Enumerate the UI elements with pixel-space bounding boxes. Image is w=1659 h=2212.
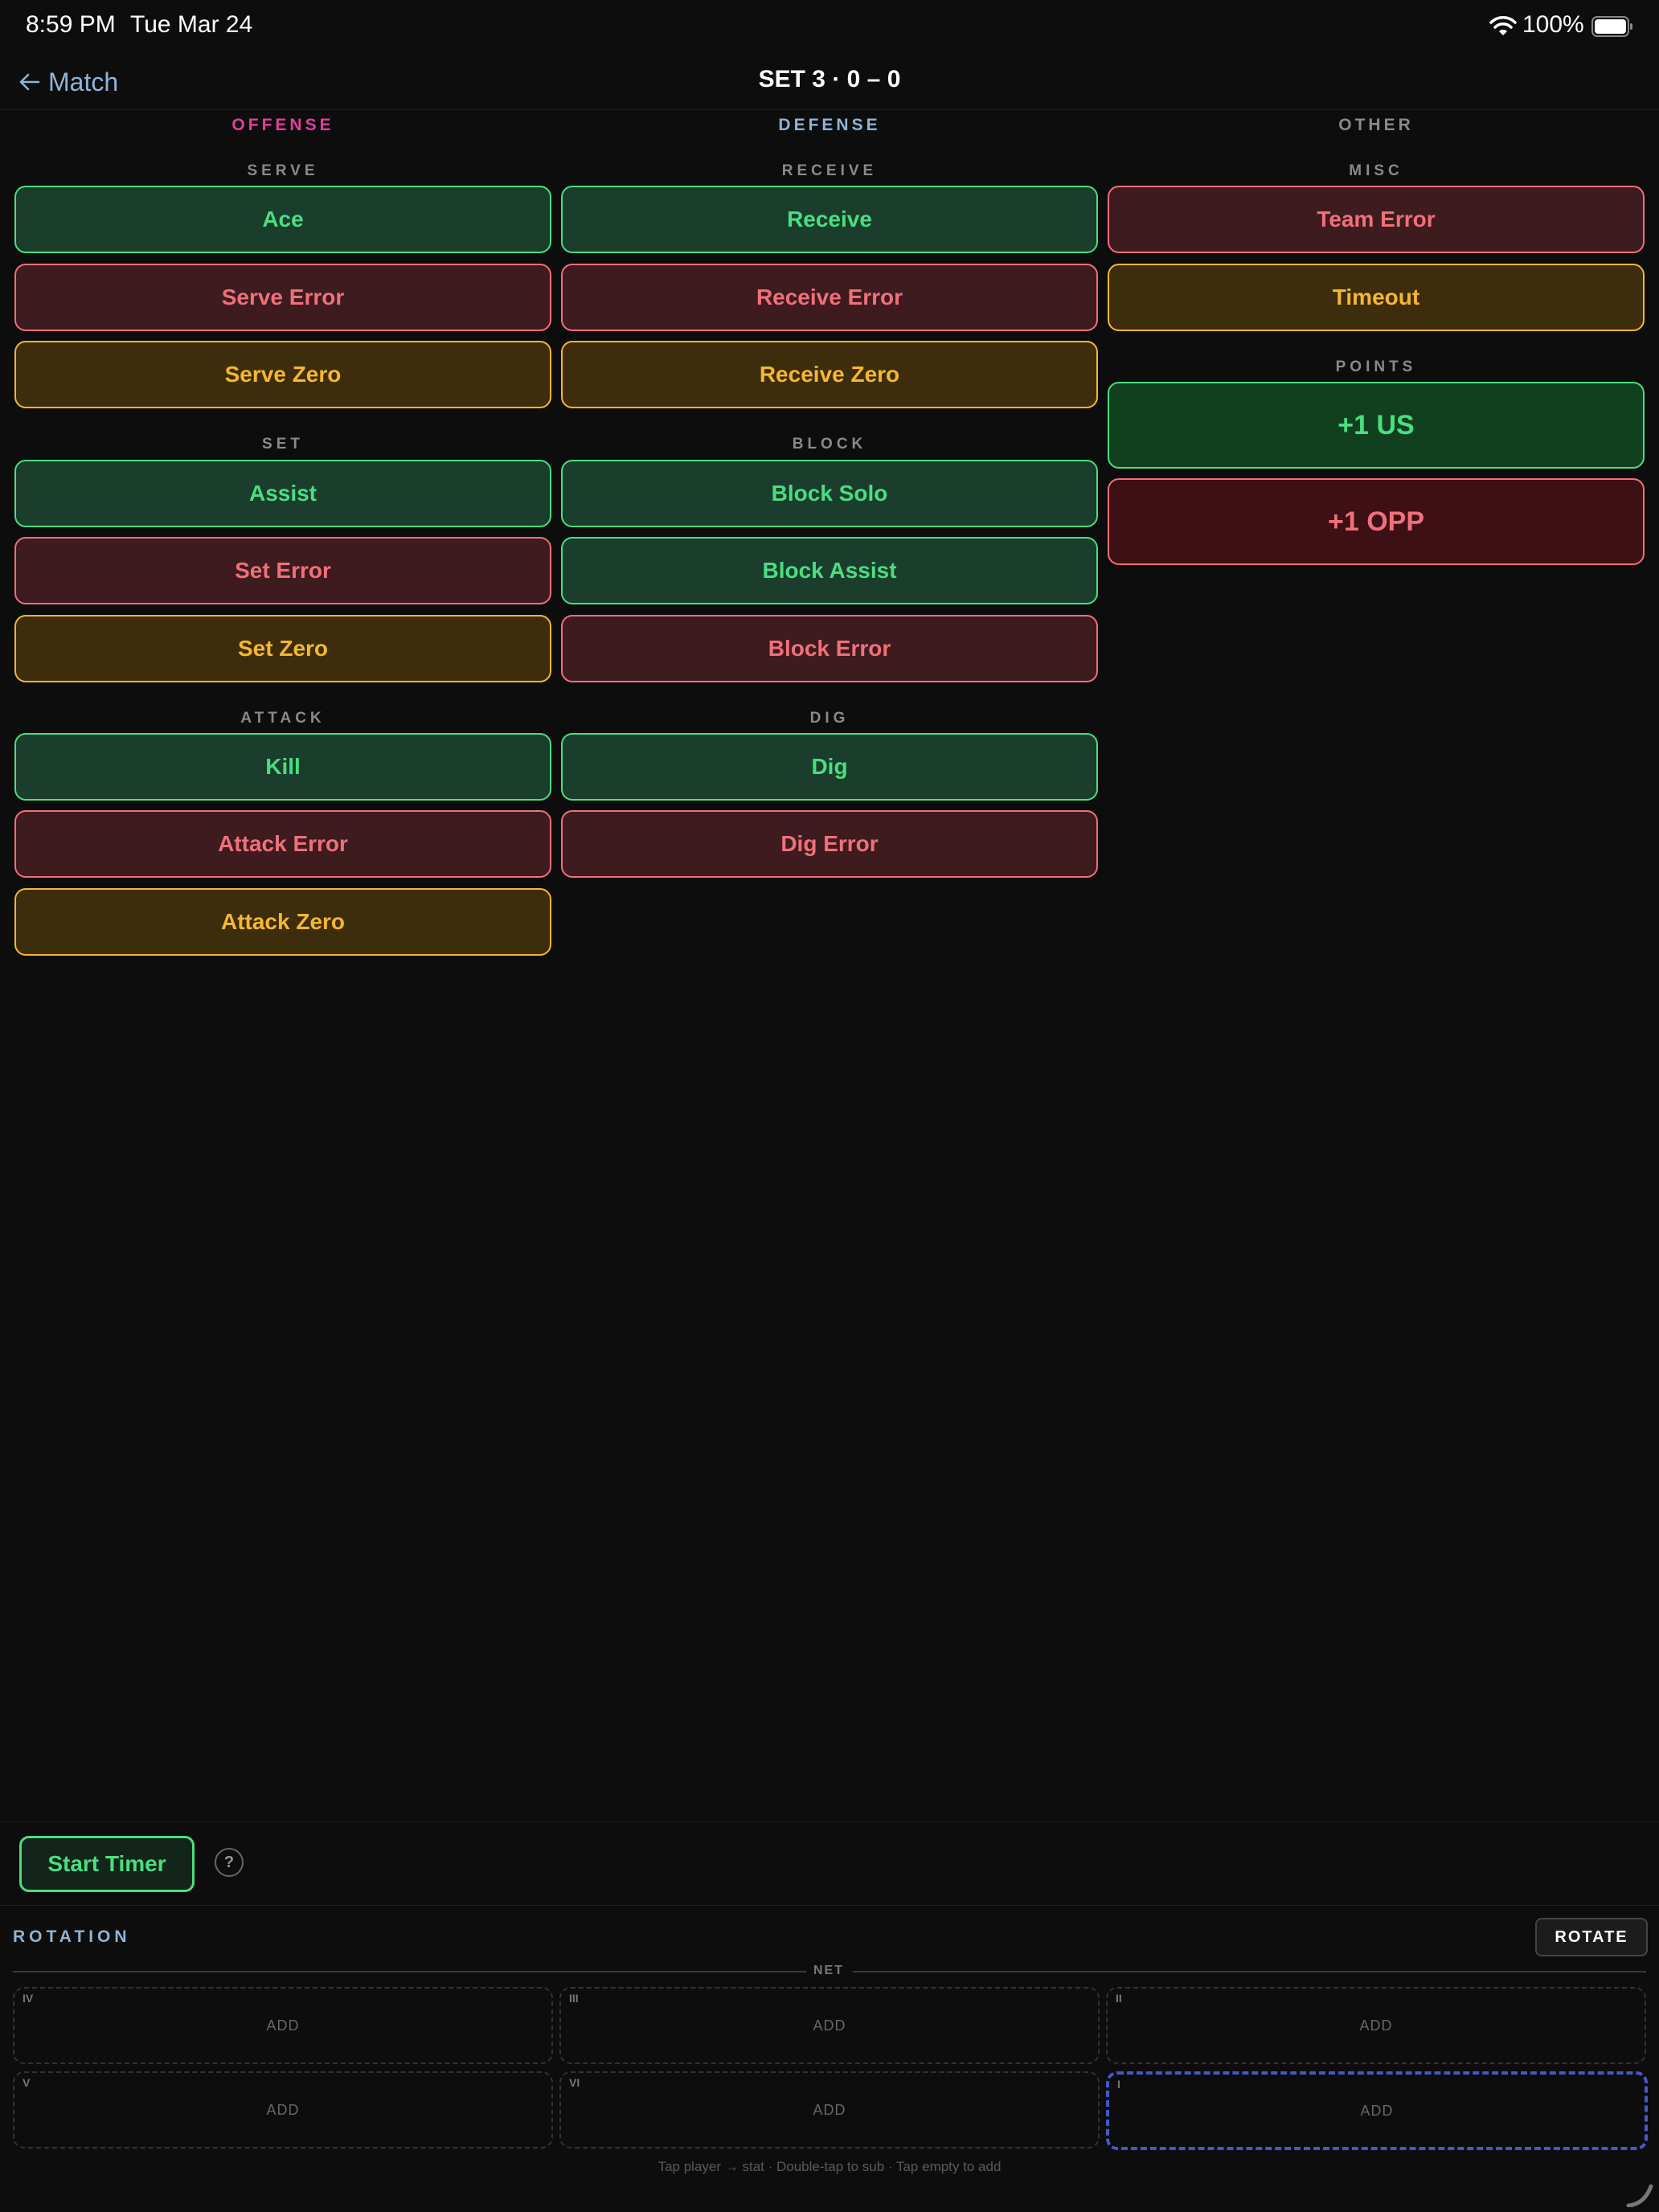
rotation-slot-iv[interactable]: IV ADD bbox=[13, 1987, 553, 2064]
defense-header: DEFENSE bbox=[778, 116, 881, 134]
nav-bar: Match SET 3 · 0 – 0 bbox=[0, 55, 1659, 110]
rotation-title: ROTATION bbox=[13, 1927, 131, 1946]
receive-button[interactable]: Receive bbox=[561, 186, 1098, 253]
rotation-slot-v[interactable]: V ADD bbox=[13, 2071, 553, 2149]
team-error-button[interactable]: Team Error bbox=[1108, 186, 1645, 253]
slot-add-label: ADD bbox=[1359, 2017, 1393, 2034]
slot-add-label: ADD bbox=[813, 2101, 846, 2118]
status-bar: 8:59 PM Tue Mar 24 100% bbox=[0, 0, 1659, 51]
page-title: SET 3 · 0 – 0 bbox=[758, 66, 901, 92]
points-group-label: POINTS bbox=[1335, 358, 1417, 375]
attack-error-button[interactable]: Attack Error bbox=[14, 810, 551, 878]
ace-button[interactable]: Ace bbox=[14, 186, 551, 253]
set-group-label: SET bbox=[262, 436, 304, 453]
start-timer-button[interactable]: Start Timer bbox=[19, 1836, 195, 1892]
battery-icon bbox=[1591, 16, 1632, 37]
attack-group-label: ATTACK bbox=[240, 710, 326, 727]
kill-button[interactable]: Kill bbox=[14, 733, 551, 801]
point-us-button[interactable]: +1 US bbox=[1108, 382, 1645, 469]
slot-add-label: ADD bbox=[266, 2101, 300, 2118]
point-opp-button[interactable]: +1 OPP bbox=[1108, 478, 1645, 565]
slot-add-label: ADD bbox=[813, 2017, 846, 2034]
status-date: Tue Mar 24 bbox=[130, 11, 253, 38]
net-line bbox=[853, 1971, 1646, 1972]
slot-add-label: ADD bbox=[1360, 2102, 1394, 2119]
rotation-hint: Tap player → stat · Double-tap to sub · … bbox=[657, 2159, 1002, 2174]
block-error-button[interactable]: Block Error bbox=[561, 615, 1098, 682]
block-solo-button[interactable]: Block Solo bbox=[561, 460, 1098, 527]
set-zero-button[interactable]: Set Zero bbox=[14, 615, 551, 682]
battery-percentage: 100% bbox=[1522, 11, 1584, 38]
rotate-button[interactable]: ROTATE bbox=[1535, 1918, 1648, 1956]
receive-group-label: RECEIVE bbox=[781, 162, 878, 179]
divider bbox=[0, 1905, 1659, 1906]
serve-error-button[interactable]: Serve Error bbox=[14, 264, 551, 331]
status-time: 8:59 PM bbox=[26, 11, 116, 38]
block-assist-button[interactable]: Block Assist bbox=[561, 537, 1098, 604]
net-line bbox=[13, 1971, 806, 1972]
help-button[interactable]: ? bbox=[215, 1848, 244, 1877]
dig-button[interactable]: Dig bbox=[561, 733, 1098, 801]
receive-error-button[interactable]: Receive Error bbox=[561, 264, 1098, 331]
assist-button[interactable]: Assist bbox=[14, 460, 551, 527]
timeout-button[interactable]: Timeout bbox=[1108, 264, 1645, 331]
wifi-icon bbox=[1489, 16, 1517, 35]
net-label: NET bbox=[813, 1964, 844, 1977]
resize-handle-icon[interactable] bbox=[1625, 2181, 1654, 2207]
set-error-button[interactable]: Set Error bbox=[14, 537, 551, 604]
serve-group-label: SERVE bbox=[247, 162, 319, 179]
rotation-slot-iii[interactable]: III ADD bbox=[559, 1987, 1100, 2064]
divider bbox=[0, 1821, 1659, 1822]
rotation-slot-vi[interactable]: VI ADD bbox=[559, 2071, 1100, 2149]
dig-group-label: DIG bbox=[809, 710, 850, 727]
receive-zero-button[interactable]: Receive Zero bbox=[561, 341, 1098, 408]
offense-header: OFFENSE bbox=[231, 116, 334, 134]
serve-zero-button[interactable]: Serve Zero bbox=[14, 341, 551, 408]
misc-group-label: MISC bbox=[1349, 162, 1403, 179]
rotation-slot-ii[interactable]: II ADD bbox=[1106, 1987, 1646, 2064]
other-header: OTHER bbox=[1338, 116, 1414, 134]
attack-zero-button[interactable]: Attack Zero bbox=[14, 888, 551, 956]
dig-error-button[interactable]: Dig Error bbox=[561, 810, 1098, 878]
block-group-label: BLOCK bbox=[792, 436, 867, 453]
slot-add-label: ADD bbox=[266, 2017, 300, 2034]
rotation-slot-i[interactable]: I ADD bbox=[1106, 2071, 1648, 2150]
